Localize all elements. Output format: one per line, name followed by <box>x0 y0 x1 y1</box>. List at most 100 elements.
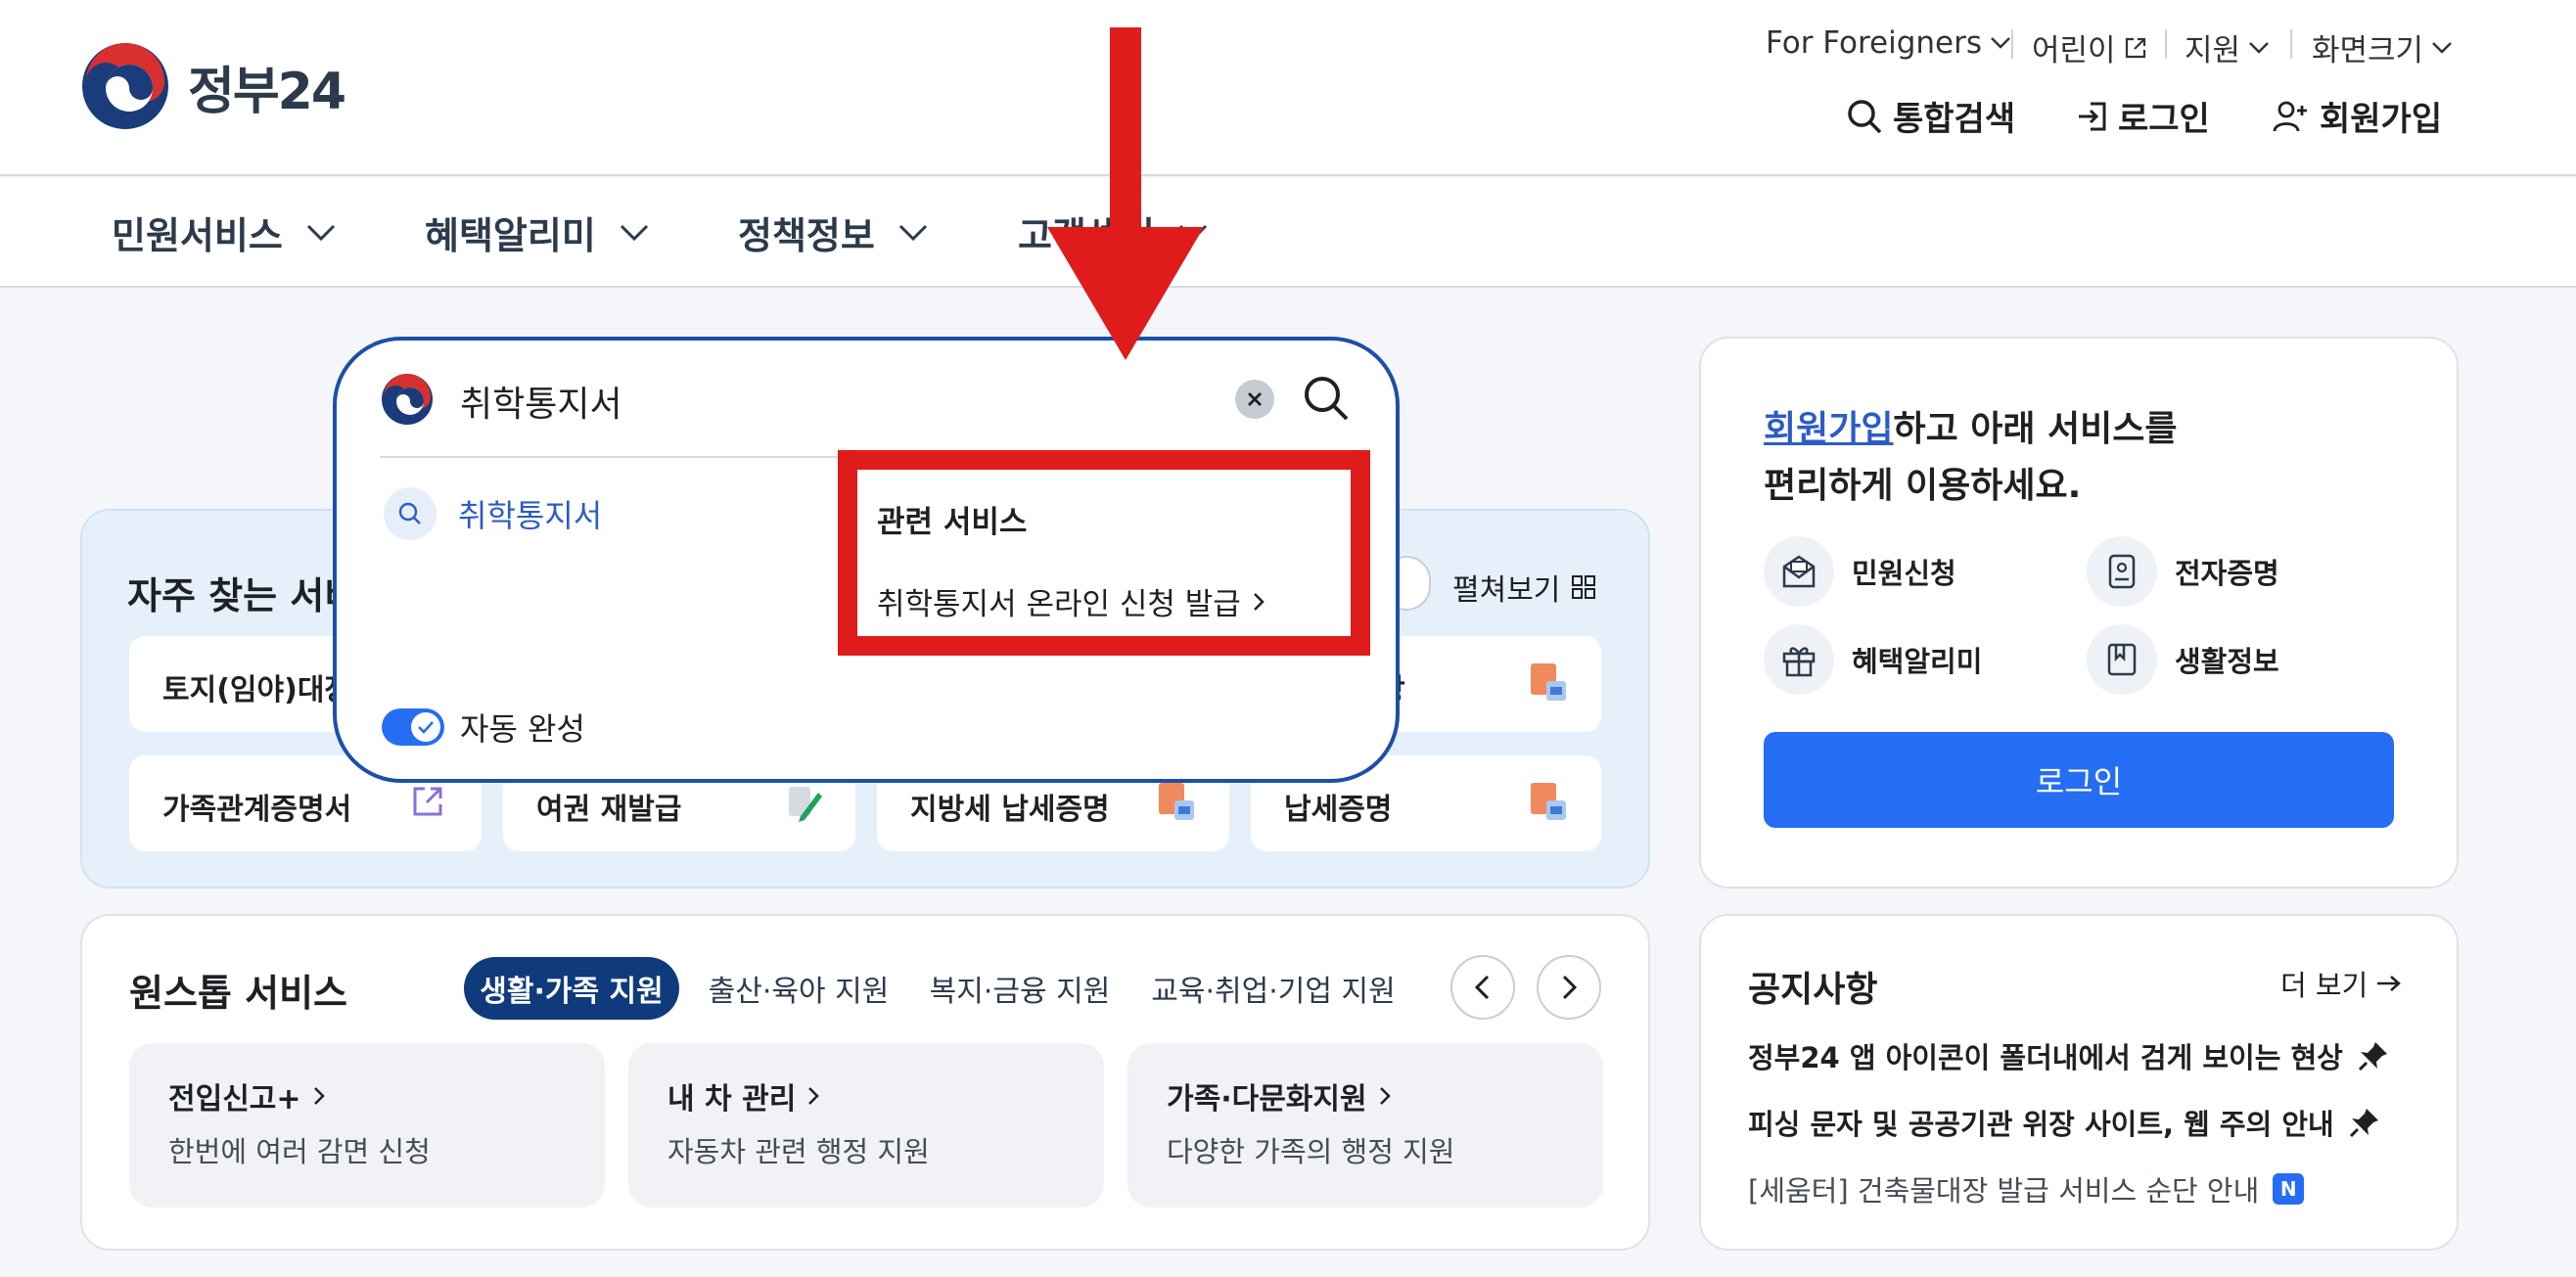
notice-more-link[interactable]: 더 보기 <box>2280 963 2403 1004</box>
member-promo-line1-rest: 하고 아래 서비스를 <box>1893 409 2178 449</box>
notice-item-text: 정부24 앱 아이콘이 폴더내에서 검게 보이는 현상 <box>1748 1041 2343 1074</box>
onestop-card-car[interactable]: 내 차 관리 자동차 관련 행정 지원 <box>628 1043 1104 1208</box>
tile-label: 납세증명 <box>1284 793 1393 827</box>
search-submit-icon[interactable] <box>1302 374 1351 423</box>
svc-label: 혜택알리미 <box>1852 645 1983 678</box>
bookmark-icon <box>2087 624 2157 695</box>
tile-label: 토지(임야)대장 <box>162 673 352 707</box>
util-kids[interactable]: 어린이 <box>2032 25 2147 69</box>
highlight-box <box>838 450 1370 656</box>
site-logo[interactable]: 정부24 <box>78 39 346 133</box>
chevron-left-icon <box>1474 975 1490 1000</box>
id-card-icon <box>2087 536 2157 607</box>
util-divider <box>2011 29 2013 59</box>
autocomplete-switch[interactable] <box>382 708 444 746</box>
new-badge: N <box>2273 1173 2305 1205</box>
signup-link[interactable]: 회원가입 <box>2273 92 2442 140</box>
svc-civil-application[interactable]: 민원신청 <box>1764 536 1956 607</box>
login-link[interactable]: 로그인 <box>2075 92 2210 140</box>
chip-living-family[interactable]: 생활·가족 지원 <box>464 957 679 1020</box>
envelope-icon <box>1764 536 1834 607</box>
gnb-benefits[interactable]: 혜택알리미 <box>425 205 649 259</box>
tile-label: 여권 재발급 <box>536 793 682 827</box>
util-screen-size[interactable]: 화면크기 <box>2312 25 2453 69</box>
notice-item-text: 피싱 문자 및 공공기관 위장 사이트, 웹 주의 안내 <box>1748 1108 2334 1141</box>
external-link-icon <box>413 787 442 816</box>
suggestion-item[interactable]: 취학통지서 <box>384 487 602 540</box>
autocomplete-toggle-row[interactable]: 자동 완성 <box>382 705 585 750</box>
notice-item[interactable]: [세움터] 건축물대장 발급 서비스 순단 안내 N <box>1748 1168 2305 1209</box>
pin-icon <box>2358 1042 2387 1072</box>
svc-label: 민원신청 <box>1852 557 1956 590</box>
util-support[interactable]: 지원 <box>2185 25 2270 69</box>
document-pdf-icon <box>1159 783 1194 820</box>
user-add-icon <box>2273 101 2307 131</box>
search-input[interactable]: 취학통지서 <box>460 376 622 427</box>
toggle-knob <box>411 712 440 742</box>
close-icon <box>1248 392 1262 406</box>
taegeuk-small-icon <box>382 374 433 425</box>
onestop-card-family[interactable]: 가족·다문화지원 다양한 가족의 행정 지원 <box>1127 1043 1603 1208</box>
util-screen-size-label: 화면크기 <box>2312 33 2424 68</box>
notice-item-text: [세움터] 건축물대장 발급 서비스 순단 안내 <box>1748 1174 2260 1208</box>
svc-benefit-alert[interactable]: 혜택알리미 <box>1764 624 1982 695</box>
chevron-right-icon <box>1379 1087 1391 1105</box>
taegeuk-logo-icon <box>82 43 168 129</box>
svc-label: 생활정보 <box>2175 645 2279 678</box>
document-pdf-icon <box>1531 663 1566 701</box>
gnb-policy[interactable]: 정책정보 <box>738 205 928 259</box>
search-icon <box>1848 99 1882 133</box>
chevron-down-icon <box>620 224 648 241</box>
spread-view-button[interactable]: 펼쳐보기 <box>1452 566 1597 609</box>
onestop-title: 원스톱 서비스 <box>129 972 347 1015</box>
member-promo-line1: 회원가입하고 아래 서비스를 <box>1764 401 2178 458</box>
notice-item[interactable]: 피싱 문자 및 공공기관 위장 사이트, 웹 주의 안내 <box>1748 1102 2381 1143</box>
chevron-right-icon <box>808 1087 820 1105</box>
onestop-card-title: 전입신고+ <box>168 1074 327 1117</box>
member-promo-text: 회원가입하고 아래 서비스를 편리하게 이용하세요. <box>1764 401 2178 515</box>
login-label: 로그인 <box>2118 100 2210 139</box>
gnb-civil-services[interactable]: 민원서비스 <box>112 205 336 259</box>
pin-icon <box>2349 1109 2378 1138</box>
login-icon <box>2079 102 2106 130</box>
integrated-search-button[interactable]: 통합검색 <box>1846 92 2015 140</box>
member-signup-link[interactable]: 회원가입 <box>1764 409 1893 449</box>
tile-label: 지방세 납세증명 <box>910 793 1110 827</box>
chevron-down-icon <box>2249 41 2269 54</box>
util-divider <box>2290 29 2292 59</box>
member-promo-line2: 편리하게 이용하세요. <box>1764 466 2082 506</box>
onestop-card-move-in[interactable]: 전입신고+ 한번에 여러 감면 신청 <box>129 1043 605 1208</box>
tile-label: 가족관계증명서 <box>162 793 352 827</box>
clear-search-button[interactable] <box>1235 380 1274 419</box>
util-support-label: 지원 <box>2185 33 2241 68</box>
onestop-card-desc: 다양한 가족의 행정 지원 <box>1167 1135 1455 1168</box>
util-divider <box>2165 29 2167 59</box>
chip-welfare-finance[interactable]: 복지·금융 지원 <box>922 957 1118 1020</box>
search-divider <box>380 456 840 458</box>
carousel-next-button[interactable] <box>1537 955 1601 1020</box>
onestop-card-title-text: 가족·다문화지원 <box>1167 1082 1367 1117</box>
svc-life-info[interactable]: 생활정보 <box>2087 624 2279 695</box>
red-arrow-down-icon <box>1047 27 1204 360</box>
carousel-prev-button[interactable] <box>1450 955 1515 1020</box>
svc-label: 전자증명 <box>2175 557 2279 590</box>
login-button[interactable]: 로그인 <box>1764 732 2394 828</box>
chip-education-jobs[interactable]: 교육·취업·기업 지원 <box>1141 957 1405 1020</box>
svc-e-certificate[interactable]: 전자증명 <box>2087 536 2279 607</box>
onestop-card-desc: 한번에 여러 감면 신청 <box>168 1135 431 1168</box>
integrated-search-label: 통합검색 <box>1893 100 2016 139</box>
check-icon <box>418 721 434 734</box>
util-foreigners[interactable]: For Foreigners <box>1766 25 2011 61</box>
gnb-benefits-label: 혜택알리미 <box>425 214 596 257</box>
chevron-right-icon <box>1562 975 1578 1000</box>
chip-birth-childcare[interactable]: 출산·육아 지원 <box>701 957 897 1020</box>
notice-item[interactable]: 정부24 앱 아이콘이 폴더내에서 검게 보이는 현상 <box>1748 1035 2390 1076</box>
signup-label: 회원가입 <box>2320 100 2443 139</box>
search-icon <box>384 487 437 540</box>
onestop-card-title-text: 전입신고+ <box>168 1082 301 1117</box>
external-link-icon <box>2125 37 2145 58</box>
pencil-icon <box>789 787 822 822</box>
gnb-policy-label: 정책정보 <box>738 214 875 257</box>
suggestion-text: 취학통지서 <box>458 497 603 534</box>
chevron-right-icon <box>313 1087 325 1105</box>
